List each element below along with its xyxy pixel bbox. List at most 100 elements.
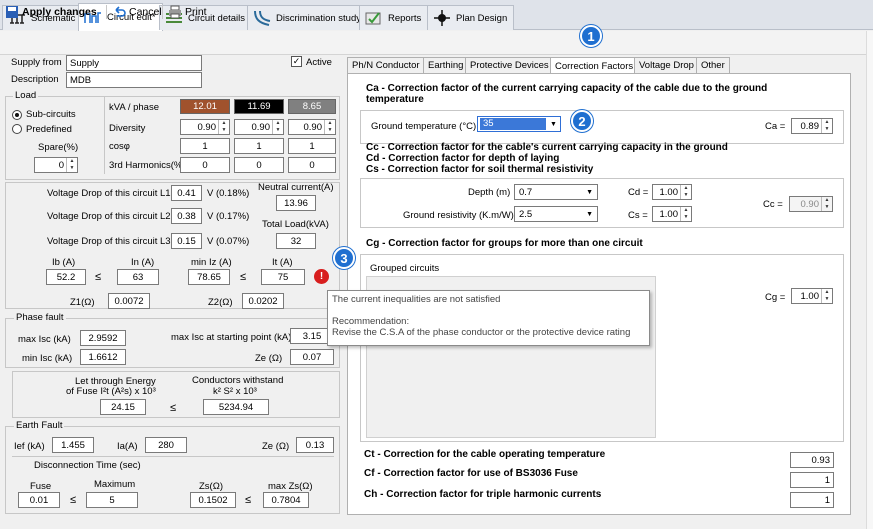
error-icon[interactable]: ! [314, 269, 329, 284]
cf-value: 1 [790, 472, 834, 488]
tab-voltage-drop[interactable]: Voltage Drop [634, 57, 699, 73]
harmonics-l2[interactable]: 0 [234, 157, 284, 173]
ct-value: 0.93 [790, 452, 834, 468]
cos-l3[interactable]: 1 [288, 138, 336, 154]
crosshair-icon [434, 10, 450, 26]
vd-l2-label: Voltage Drop of this circuit L2 [47, 211, 171, 222]
diversity-l2-stepper[interactable]: 0.90 ▲ ▼ [234, 119, 284, 135]
harmonics-label: 3rd Harmonics(%) [109, 160, 186, 171]
callout-badge-2: 2 [571, 110, 593, 132]
cg-stepper[interactable]: 1.00 ▲ ▼ [791, 288, 833, 304]
vd-l2-value: 0.38 [171, 208, 202, 224]
kva-l1[interactable]: 12.01 [180, 99, 230, 114]
scrollbar[interactable] [866, 31, 873, 529]
cg-title: Cg - Correction factor for groups for mo… [366, 238, 643, 249]
tab-ph-n-conductor[interactable]: Ph/N Conductor [347, 57, 425, 73]
kva-l2[interactable]: 11.69 [234, 99, 284, 114]
tab-plan-design[interactable]: Plan Design [427, 5, 515, 30]
spin-arrows-icon[interactable]: ▲ ▼ [680, 185, 691, 199]
reports-icon [365, 12, 381, 25]
maximum-time-label: Maximum [94, 479, 136, 490]
tab-label: Discrimination study [276, 12, 361, 24]
tab-correction-factors[interactable]: Correction Factors [550, 57, 639, 74]
print-label: Print [185, 6, 207, 18]
it-value: 75 [261, 269, 305, 285]
cs-stepper[interactable]: 1.00 ▲ ▼ [652, 206, 692, 222]
min-isc-value: 1.6612 [80, 349, 126, 365]
max-isc-label: max Isc (kA) [18, 334, 71, 345]
harmonics-l3[interactable]: 0 [288, 157, 336, 173]
diversity-l1-stepper[interactable]: 0.90 ▲ ▼ [180, 119, 230, 135]
chevron-down-icon[interactable]: ▼ [550, 121, 557, 128]
cos-l2[interactable]: 1 [234, 138, 284, 154]
sub-circuits-label: Sub-circuits [26, 109, 76, 120]
cs-value: 1.00 [659, 208, 679, 220]
in-value: 63 [117, 269, 159, 285]
chevron-down-icon[interactable]: ▼ [586, 211, 593, 218]
chevron-down-icon[interactable]: ▼ [586, 189, 593, 196]
ief-value: 1.455 [52, 437, 94, 453]
disconnection-time-label: Disconnection Time (sec) [34, 460, 141, 471]
ct-title: Ct - Correction for the cable operating … [364, 449, 606, 460]
tab-reports[interactable]: Reports [359, 5, 429, 30]
description-field[interactable]: MDB [66, 72, 202, 88]
diversity-l3-value: 0.90 [303, 121, 323, 133]
tab-earthing[interactable]: Earthing [423, 57, 469, 73]
apply-label: Apply changes [22, 6, 97, 18]
diversity-l3-stepper[interactable]: 0.90 ▲ ▼ [288, 119, 336, 135]
max-zs-value: 0.7804 [263, 492, 309, 508]
tooltip-recommendation: Revise the C.S.A of the phase conductor … [332, 327, 631, 338]
cs-title: Cs - Correction factor for soil thermal … [366, 164, 594, 175]
neutral-current-value: 13.96 [276, 195, 316, 211]
spin-arrows-icon[interactable]: ▲ ▼ [680, 207, 691, 221]
ground-temp-dropdown[interactable]: 35 ▼ [477, 116, 561, 132]
cd-stepper[interactable]: 1.00 ▲ ▼ [652, 184, 692, 200]
k2s2-label: k² S² x 10³ [213, 386, 257, 397]
cos-l1[interactable]: 1 [180, 138, 230, 154]
tab-discrimination-study[interactable]: Discrimination study [247, 5, 368, 30]
spin-arrows-icon[interactable]: ▲ ▼ [821, 119, 832, 133]
ca-stepper[interactable]: 0.89 ▲ ▼ [791, 118, 833, 134]
discrimination-icon [254, 10, 271, 26]
tab-label: Plan Design [456, 12, 508, 24]
z1-value: 0.0072 [108, 293, 150, 309]
print-button[interactable]: Print [168, 4, 207, 20]
spin-arrows-icon[interactable]: ▲ ▼ [821, 289, 832, 303]
ib-value: 52.2 [46, 269, 86, 285]
supply-from-field[interactable]: Supply [66, 55, 202, 71]
predefined-label: Predefined [26, 124, 72, 135]
sub-circuits-radio[interactable] [12, 110, 22, 120]
harmonics-l1[interactable]: 0 [180, 157, 230, 173]
divider [12, 456, 334, 457]
depth-dropdown[interactable]: 0.7 ▼ [514, 184, 598, 200]
vd-l3-label: Voltage Drop of this circuit L3 [47, 236, 171, 247]
cg-value: 1.00 [800, 290, 820, 302]
tab-other[interactable]: Other [696, 57, 730, 73]
cancel-button[interactable]: Cancel [112, 4, 162, 20]
conductors-withstand-label: Conductors withstand [192, 375, 284, 386]
spin-arrows-icon[interactable]: ▲ ▼ [272, 120, 283, 134]
cg-label: Cg = [765, 292, 786, 303]
active-checkbox[interactable]: ✓ [291, 56, 302, 67]
predefined-radio[interactable] [12, 124, 22, 134]
diversity-label: Diversity [109, 123, 146, 134]
spare-stepper[interactable]: 0 ▲ ▼ [34, 157, 78, 173]
spin-arrows-icon[interactable]: ▲ ▼ [324, 120, 335, 134]
supply-from-label: Supply from [11, 57, 62, 68]
z1-label: Z1(Ω) [70, 297, 95, 308]
spin-arrows-icon[interactable]: ▲ ▼ [66, 158, 77, 172]
ground-temp-value: 35 [480, 118, 546, 130]
conductors-withstand-value: 5234.94 [203, 399, 269, 415]
z2-value: 0.0202 [242, 293, 284, 309]
spin-arrows-icon[interactable]: ▲ ▼ [218, 120, 229, 134]
cc-value: 0.90 [800, 198, 820, 210]
it-label: It (A) [272, 257, 293, 268]
spare-value: 0 [58, 159, 64, 171]
ca-title: Ca - Correction factor of the current ca… [366, 83, 768, 105]
apply-changes-button[interactable]: Apply changes [5, 4, 97, 20]
resistivity-dropdown[interactable]: 2.5 ▼ [514, 206, 598, 222]
zs-value: 0.1502 [190, 492, 236, 508]
tab-protective-devices[interactable]: Protective Devices [465, 57, 554, 73]
kva-l3[interactable]: 8.65 [288, 99, 336, 114]
vd-l1-label: Voltage Drop of this circuit L1 [47, 188, 171, 199]
